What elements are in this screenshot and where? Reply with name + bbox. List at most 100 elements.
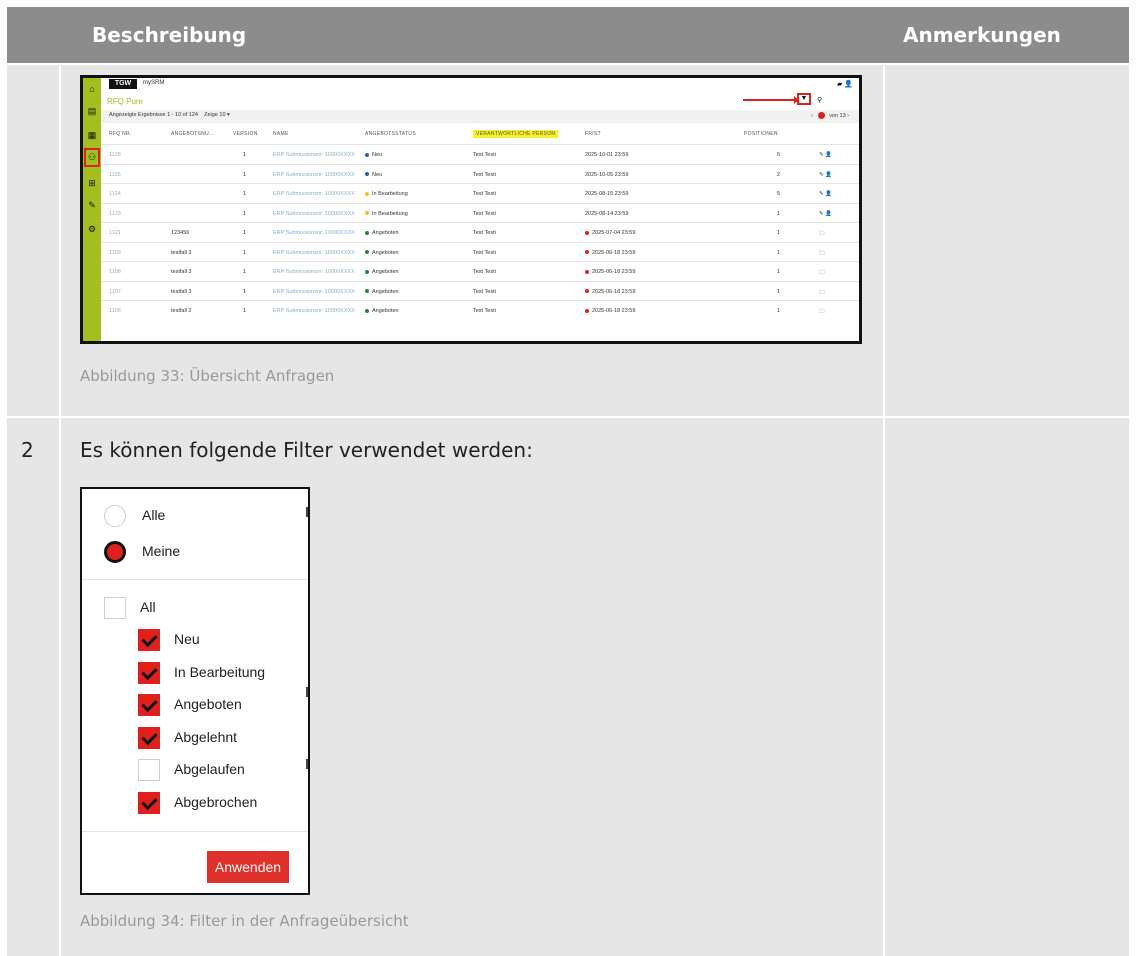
rfq-number-cell[interactable]: 1126 <box>109 152 121 158</box>
table-row[interactable]: 1108 testfall 3 1 ERP Submissionsnr: 10000X… <box>101 261 859 281</box>
search-icon[interactable]: ⚲ <box>817 96 822 104</box>
status-checkbox-label: Abgelaufen <box>174 761 245 777</box>
offer-number: testfall 3 <box>171 249 192 256</box>
table-row[interactable]: 1125 1 ERP Submissionsnr: 10000XXXX Neu Test… <box>101 163 859 184</box>
rfq-number-cell[interactable]: 1123 <box>109 211 121 217</box>
radio-mine[interactable] <box>104 541 126 563</box>
filter-icon[interactable]: ▼ <box>797 93 811 105</box>
column-header[interactable]: FRIST <box>585 131 601 137</box>
rfq-number-cell[interactable]: 1121 <box>109 230 121 236</box>
gear-icon[interactable]: ⚙ <box>87 224 97 234</box>
version: 1 <box>243 152 247 158</box>
status-checkbox[interactable] <box>138 791 160 814</box>
rfq-number: 1124 <box>109 191 121 197</box>
table-row[interactable]: 1107 testfall 3 1 ERP Submissionsnr: 10000X… <box>101 280 859 301</box>
status-cell: Angeboten <box>365 269 399 275</box>
table-row[interactable]: 1109 testfall 3 1 ERP Submissionsnr: 10000X… <box>101 241 859 262</box>
rfq-name-cell[interactable]: ERP Submissionsnr: 10000XXXX <box>273 308 355 314</box>
row-actions-cell[interactable]: 🗀 <box>819 269 825 278</box>
table-row[interactable]: 1123 1 ERP Submissionsnr: 10000XXXX In Bear… <box>101 202 859 223</box>
column-header[interactable]: POSITIONEN <box>744 131 778 137</box>
network-icon[interactable]: ⊞ <box>87 178 97 188</box>
offer-number: 123456 <box>171 230 190 236</box>
rfq-name-cell[interactable]: ERP Submissionsnr: 10000XXXX <box>273 211 355 217</box>
status-checkbox[interactable] <box>138 726 160 749</box>
status-checkbox[interactable] <box>138 629 160 651</box>
version: 1 <box>243 171 247 178</box>
home-icon[interactable]: ⌂ <box>87 84 97 94</box>
rfq-name-cell[interactable]: ERP Submissionsnr: 10000XXXX <box>273 230 355 236</box>
responsible-person-cell: Test Testi <box>473 191 496 197</box>
rfq-name-cell[interactable]: ERP Submissionsnr: 10000XXXX <box>273 250 355 256</box>
user-icon[interactable]: 👤 <box>844 81 853 88</box>
rfq-number-cell[interactable]: 1107 <box>109 289 121 295</box>
app-name: mySRM <box>143 80 165 86</box>
database-icon[interactable]: ▤ <box>87 106 97 116</box>
apply-button[interactable]: Anwenden <box>207 851 289 883</box>
checkbox-all[interactable] <box>104 597 126 619</box>
deadline-cell: 2025-10-01 23:59 <box>585 152 628 158</box>
rfq-number-cell[interactable]: 1125 <box>109 172 121 178</box>
rfq-name: ERP Submissionsnr: 10000XXXX <box>273 288 355 295</box>
status-checkbox[interactable] <box>138 694 160 716</box>
rfq-name: ERP Submissionsnr: 10000XXXX <box>273 152 355 158</box>
table-body: 1126 1 ERP Submissionsnr: 10000XXXX Neu Test… <box>101 144 859 320</box>
table-row[interactable]: 1106 testfall 2 1 ERP Submissionsnr: 10000X… <box>101 300 859 320</box>
status-checkbox[interactable] <box>138 759 160 781</box>
rfq-number: 1125 <box>109 171 121 178</box>
row-actions-cell[interactable]: 🗀 <box>819 289 825 298</box>
rfq-name-cell[interactable]: ERP Submissionsnr: 10000XXXX <box>273 289 355 295</box>
rfq-number: 1109 <box>109 249 121 256</box>
app-topbar: TGW mySRM ▰ 👤 <box>101 78 859 92</box>
row-number-cell <box>7 65 59 416</box>
row-actions-cell[interactable]: 🗀 <box>819 308 825 317</box>
column-header[interactable]: VERSION <box>233 131 258 137</box>
status-checkbox[interactable] <box>138 661 160 684</box>
radio-all[interactable] <box>104 505 126 527</box>
rfq-number-cell[interactable]: 1106 <box>109 308 121 314</box>
rfq-name-cell[interactable]: ERP Submissionsnr: 10000XXXX <box>273 269 355 275</box>
column-header[interactable]: RFQ NR. <box>109 131 132 137</box>
responsible-person: Test Testi <box>473 191 496 197</box>
row-actions-cell[interactable]: ✎ 👤 <box>819 152 832 158</box>
pen-icon[interactable]: ✎ <box>87 200 97 210</box>
offer-number: testfall 2 <box>171 308 192 314</box>
rfq-number-cell[interactable]: 1124 <box>109 191 121 197</box>
rfq-name-cell[interactable]: ERP Submissionsnr: 10000XXXX <box>273 191 355 197</box>
responsible-person-cell: Test Testi <box>473 289 496 295</box>
row-actions: 🗀 <box>819 270 825 276</box>
version-cell: 1 <box>243 289 246 295</box>
prev-page-icon[interactable]: ‹ <box>811 113 813 119</box>
stack-icon[interactable]: ▦ <box>87 130 97 140</box>
page-title: RFQ Pure <box>107 97 144 106</box>
table-row[interactable]: 1124 1 ERP Submissionsnr: 10000XXXX In Bear… <box>101 183 859 203</box>
rfq-number-cell[interactable]: 1108 <box>109 269 121 275</box>
row-actions-cell[interactable]: ✎ 👤 <box>819 211 832 217</box>
row-actions-cell[interactable]: ✎ 👤 <box>819 172 832 178</box>
rfq-name-cell[interactable]: ERP Submissionsnr: 10000XXXX <box>273 172 355 178</box>
column-header[interactable]: ANGEBOTSNU... <box>171 131 214 137</box>
rfq-user-icon[interactable]: ⚇ <box>87 152 97 162</box>
row-actions-cell[interactable]: 🗀 <box>819 230 825 239</box>
column-header[interactable]: ANGEBOTSSTATUS <box>365 131 416 137</box>
rfq-name: ERP Submissionsnr: 10000XXXX <box>273 171 355 178</box>
rfq-name-cell[interactable]: ERP Submissionsnr: 10000XXXX <box>273 152 355 158</box>
row-actions-cell[interactable]: ✎ 👤 <box>819 191 832 197</box>
column-header-highlighted[interactable]: VERANTWORTLICHE PERSON <box>473 130 559 138</box>
table-row[interactable]: 1121 123456 1 ERP Submissionsnr: 10000XXXX A… <box>101 222 859 242</box>
row-actions-cell[interactable]: 🗀 <box>819 250 825 259</box>
figure-caption: Abbildung 34: Filter in der Anfrageübers… <box>80 912 409 930</box>
current-page-indicator[interactable] <box>817 112 825 119</box>
deadline: 2025-06-18 23:59 <box>592 288 636 295</box>
messages-icon[interactable]: ▰ <box>837 81 842 88</box>
overdue-dot-icon <box>585 269 589 274</box>
rfq-number-cell[interactable]: 1109 <box>109 250 121 256</box>
tgw-logo: TGW <box>109 79 137 89</box>
deadline: 2025-06-18 23:59 <box>592 308 636 314</box>
positions-cell: 1 <box>777 230 780 236</box>
column-header[interactable]: NAME <box>273 131 289 137</box>
responsible-person: Test Testi <box>473 308 496 314</box>
next-page-icon[interactable]: › <box>847 113 849 119</box>
page-size-select[interactable]: 10 <box>219 112 225 118</box>
table-row[interactable]: 1126 1 ERP Submissionsnr: 10000XXXX Neu Test… <box>101 144 859 164</box>
